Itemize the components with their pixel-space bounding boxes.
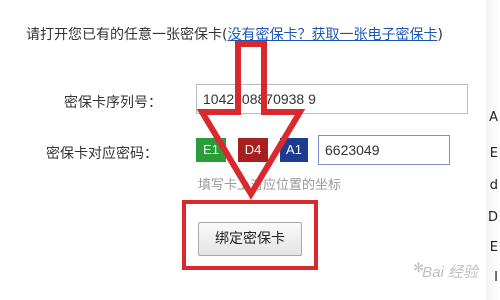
instruction-label: 请打开您已有的任意一张密保卡(	[26, 27, 228, 43]
instruction-text: 请打开您已有的任意一张密保卡(没有密保卡？获取一张电子密保卡)	[26, 24, 443, 44]
coord-hint: 填写卡上对应位置的坐标	[198, 178, 342, 193]
bind-card-button[interactable]: 绑定密保卡	[198, 222, 302, 256]
edge-char: d	[489, 178, 498, 193]
serial-label: 密保卡序列号：	[64, 95, 162, 111]
coord-badge-a1: A1	[280, 138, 308, 162]
serial-input[interactable]: 1042308870938 9	[196, 84, 468, 114]
edge-char: D	[487, 210, 498, 225]
password-label: 密保卡对应密码：	[46, 146, 158, 162]
password-input[interactable]: 6623049	[318, 135, 450, 165]
coord-badge-d4: D4	[238, 138, 268, 162]
get-ecard-link[interactable]: 没有密保卡？获取一张电子密保卡	[227, 27, 437, 43]
watermark: Bai 经验	[422, 264, 478, 281]
edge-char: E	[489, 240, 498, 255]
edge-char: E	[489, 146, 498, 161]
edge-char: A	[489, 110, 498, 125]
right-edge-strip: A E d D E I	[486, 0, 500, 300]
coord-badge-e1: E1	[196, 138, 226, 162]
edge-char: I	[494, 270, 498, 285]
instruction-end: )	[437, 27, 443, 43]
